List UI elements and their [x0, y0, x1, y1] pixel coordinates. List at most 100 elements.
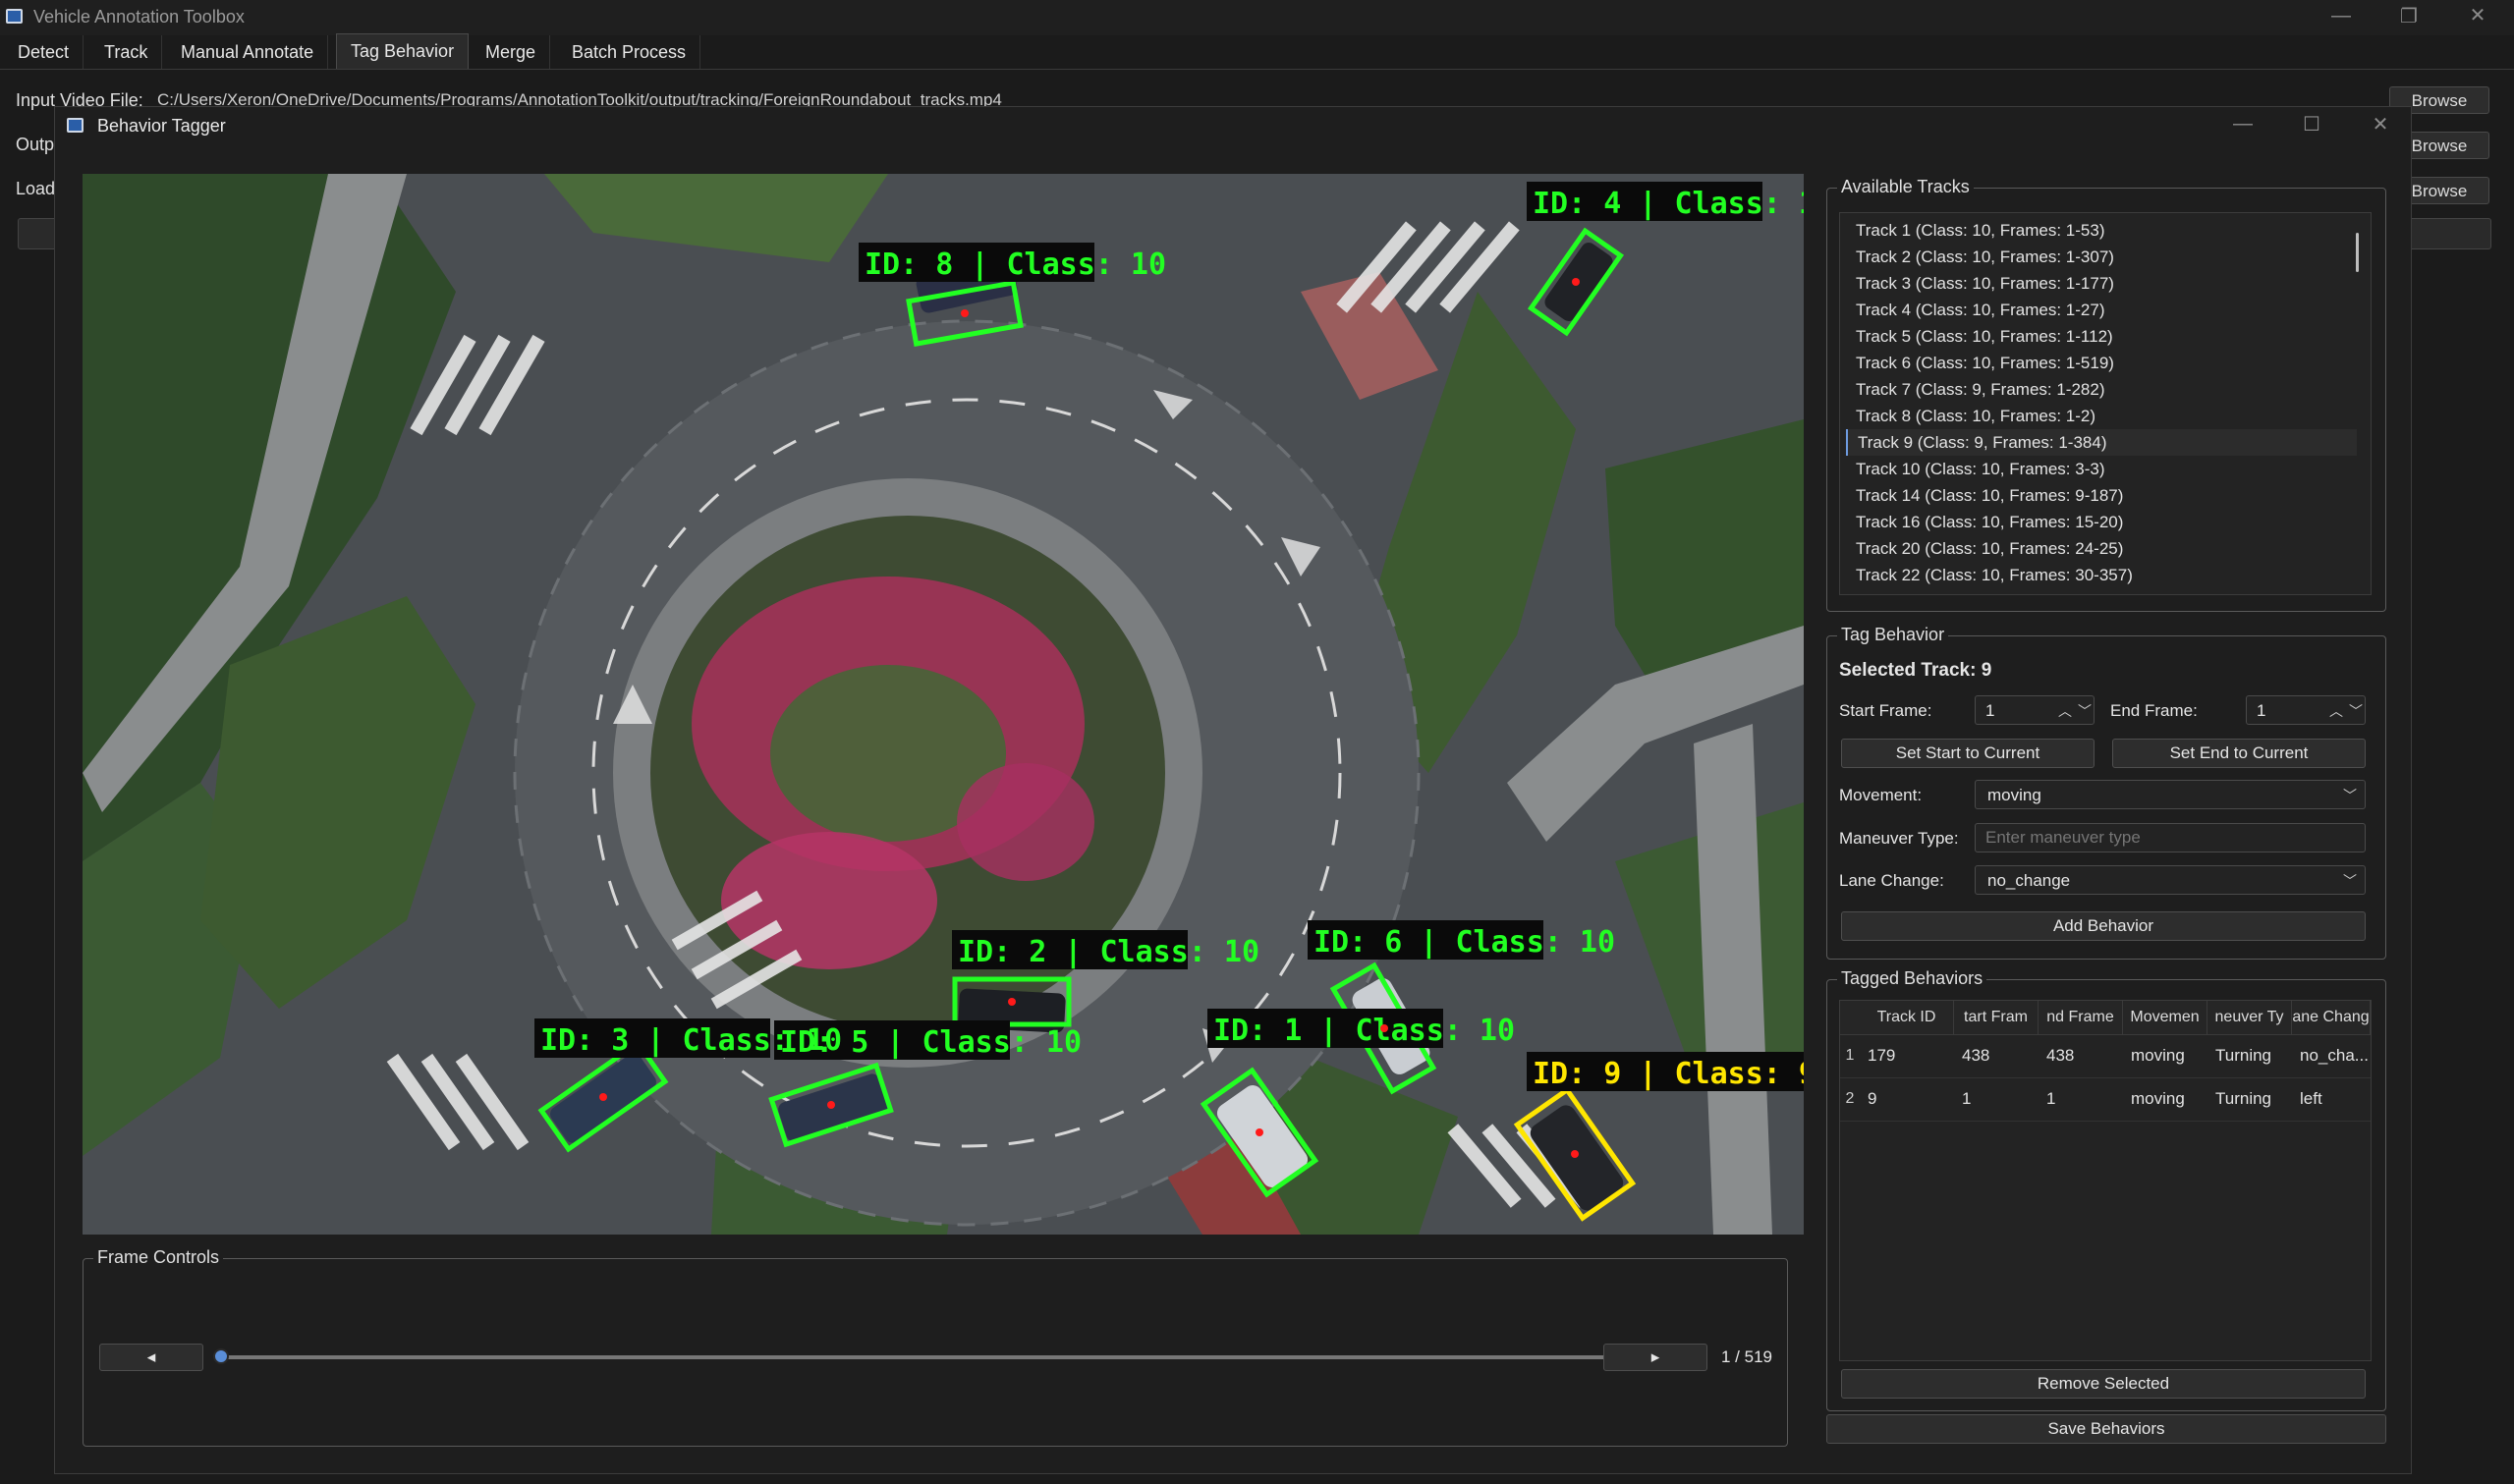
- main-tab-bar: Detect Track Manual Annotate Tag Behavio…: [0, 33, 2514, 69]
- overlay-label-6: ID: 6 | Class: 10: [1313, 925, 1615, 960]
- tag-behavior-title: Tag Behavior: [1837, 625, 1949, 645]
- column-header-movement[interactable]: Movemen: [2123, 1001, 2207, 1034]
- tab-manual-annotate[interactable]: Manual Annotate: [167, 35, 329, 69]
- prev-frame-button[interactable]: ◂: [99, 1344, 203, 1371]
- lane-change-label: Lane Change:: [1839, 871, 1944, 890]
- track-list-item[interactable]: Track 8 (Class: 10, Frames: 1-2): [1846, 403, 2357, 429]
- maneuver-type-input[interactable]: [1975, 823, 2366, 852]
- frame-slider-track[interactable]: [213, 1348, 1675, 1364]
- tagged-behaviors-group: Tagged Behaviors Track ID tart Fram nd F…: [1826, 968, 2386, 1411]
- dialog-maximize-icon[interactable]: ☐: [2297, 112, 2326, 137]
- tag-behavior-group: Tag Behavior Selected Track: 9 Start Fra…: [1826, 625, 2386, 960]
- dialog-close-icon[interactable]: ✕: [2366, 112, 2395, 137]
- chevron-up-icon[interactable]: ︿: [2329, 701, 2343, 721]
- row-number: 1: [1845, 1047, 1855, 1064]
- movement-label: Movement:: [1839, 786, 1923, 804]
- dialog-title: Behavior Tagger: [97, 116, 226, 136]
- maneuver-type-label: Maneuver Type:: [1839, 829, 1959, 848]
- tab-track[interactable]: Track: [90, 35, 163, 69]
- available-tracks-title: Available Tracks: [1837, 177, 1974, 197]
- track-list-item[interactable]: Track 3 (Class: 10, Frames: 1-177): [1846, 270, 2357, 297]
- app-icon: [6, 9, 23, 24]
- tab-batch-process[interactable]: Batch Process: [558, 35, 701, 69]
- track-list-item[interactable]: Track 14 (Class: 10, Frames: 9-187): [1846, 482, 2357, 509]
- movement-value: moving: [1987, 786, 2041, 804]
- frame-controls-title: Frame Controls: [93, 1247, 224, 1268]
- cell-start-frame: 1: [1962, 1089, 1972, 1108]
- dialog-app-icon: [67, 118, 84, 133]
- end-frame-label: End Frame:: [2110, 701, 2198, 720]
- output-label: Outp: [16, 135, 55, 154]
- track-list-item[interactable]: Track 4 (Class: 10, Frames: 1-27): [1846, 297, 2357, 323]
- chevron-down-icon[interactable]: ﹀: [2349, 701, 2363, 721]
- column-header-start-frame[interactable]: tart Fram: [1954, 1001, 2039, 1034]
- minimize-icon[interactable]: —: [2326, 5, 2356, 27]
- main-window-title: Vehicle Annotation Toolbox: [33, 7, 245, 27]
- tab-tag-behavior[interactable]: Tag Behavior: [336, 33, 470, 69]
- save-behaviors-button[interactable]: Save Behaviors: [1826, 1414, 2386, 1444]
- chevron-down-icon: ﹀: [2343, 788, 2357, 803]
- restore-icon[interactable]: ❐: [2394, 4, 2424, 28]
- video-frame[interactable]: ID: 4 | Class: 10 ID: 8 | Class: 10 ID: …: [83, 174, 1804, 1235]
- overlay-label-1: ID: 1 | Class: 10: [1213, 1014, 1515, 1048]
- chevron-up-icon[interactable]: ︿: [2058, 701, 2072, 721]
- tagged-behaviors-title: Tagged Behaviors: [1837, 968, 1987, 989]
- start-frame-label: Start Frame:: [1839, 701, 1932, 720]
- track-list[interactable]: Track 1 (Class: 10, Frames: 1-53) Track 2…: [1839, 212, 2372, 595]
- background-button[interactable]: [18, 218, 59, 249]
- column-header-lane-change[interactable]: ane Chang: [2292, 1001, 2371, 1034]
- available-tracks-group: Available Tracks Track 1 (Class: 10, Fra…: [1826, 177, 2386, 612]
- track-list-item[interactable]: Track 16 (Class: 10, Frames: 15-20): [1846, 509, 2357, 535]
- cell-lane-change: left: [2300, 1089, 2322, 1108]
- next-frame-button[interactable]: ▸: [1603, 1344, 1707, 1371]
- track-list-item[interactable]: Track 1 (Class: 10, Frames: 1-53): [1846, 217, 2357, 244]
- track-list-item[interactable]: Track 5 (Class: 10, Frames: 1-112): [1846, 323, 2357, 350]
- track-list-item[interactable]: Track 22 (Class: 10, Frames: 30-357): [1846, 562, 2357, 588]
- frame-slider-handle[interactable]: [213, 1348, 229, 1364]
- chevron-down-icon[interactable]: ﹀: [2078, 701, 2092, 721]
- start-frame-spinbox[interactable]: 1 ︿ ﹀: [1975, 695, 2095, 725]
- column-header-maneuver-type[interactable]: neuver Ty: [2207, 1001, 2292, 1034]
- track-list-item[interactable]: Track 20 (Class: 10, Frames: 24-25): [1846, 535, 2357, 562]
- track-list-item[interactable]: Track 6 (Class: 10, Frames: 1-519): [1846, 350, 2357, 376]
- cell-lane-change: no_cha...: [2300, 1046, 2369, 1065]
- tab-detect[interactable]: Detect: [4, 35, 84, 69]
- cell-end-frame: 438: [2046, 1046, 2075, 1065]
- end-frame-spinbox[interactable]: 1 ︿ ﹀: [2246, 695, 2366, 725]
- tagged-behaviors-table[interactable]: Track ID tart Fram nd Frame Movemen neuv…: [1839, 1000, 2372, 1361]
- chevron-down-icon: ﹀: [2343, 873, 2357, 889]
- cell-track-id: 179: [1868, 1046, 1896, 1065]
- end-frame-value: 1: [2257, 701, 2266, 720]
- behavior-tagger-dialog: Behavior Tagger — ☐ ✕ ID: 4 | Class: ID:…: [54, 106, 2412, 1474]
- next-frame-icon: ▸: [1650, 1347, 1660, 1366]
- close-icon[interactable]: ✕: [2463, 3, 2492, 27]
- tab-merge[interactable]: Merge: [472, 35, 551, 69]
- prev-frame-icon: ◂: [146, 1347, 156, 1366]
- cell-movement: moving: [2131, 1089, 2185, 1108]
- tab-divider: [0, 69, 2514, 70]
- table-row[interactable]: 1 179 438 438 moving Turning no_cha...: [1840, 1034, 2371, 1078]
- column-header-end-frame[interactable]: nd Frame: [2039, 1001, 2123, 1034]
- main-titlebar: [0, 0, 2514, 35]
- cell-start-frame: 438: [1962, 1046, 1990, 1065]
- set-start-to-current-button[interactable]: Set Start to Current: [1841, 739, 2095, 768]
- track-list-item[interactable]: Track 2 (Class: 10, Frames: 1-307): [1846, 244, 2357, 270]
- column-header-track-id[interactable]: Track ID: [1860, 1001, 1954, 1034]
- overlay-label-5: ID: 5 | Class: 10: [780, 1025, 1082, 1060]
- track-list-item[interactable]: Track 9 (Class: 9, Frames: 1-384): [1846, 429, 2357, 456]
- selected-track-label: Selected Track: 9: [1839, 660, 1992, 681]
- dialog-minimize-icon[interactable]: —: [2228, 113, 2258, 136]
- table-header: Track ID tart Fram nd Frame Movemen neuv…: [1840, 1001, 2371, 1035]
- track-list-item[interactable]: Track 7 (Class: 9, Frames: 1-282): [1846, 376, 2357, 403]
- remove-selected-button[interactable]: Remove Selected: [1841, 1369, 2366, 1399]
- overlay-label-2: ID: 2 | Class: 10: [958, 935, 1259, 969]
- overlay-label-8: ID: 8 | Class: 10: [865, 247, 1166, 282]
- add-behavior-button[interactable]: Add Behavior: [1841, 911, 2366, 941]
- movement-select[interactable]: moving ﹀: [1975, 780, 2366, 809]
- track-list-item[interactable]: Track 10 (Class: 10, Frames: 3-3): [1846, 456, 2357, 482]
- lane-change-select[interactable]: no_change ﹀: [1975, 865, 2366, 895]
- table-row[interactable]: 2 9 1 1 moving Turning left: [1840, 1077, 2371, 1122]
- dialog-titlebar: [55, 107, 2411, 144]
- frame-controls-group: Frame Controls ◂ ▸ 1 / 519: [83, 1247, 1788, 1447]
- set-end-to-current-button[interactable]: Set End to Current: [2112, 739, 2366, 768]
